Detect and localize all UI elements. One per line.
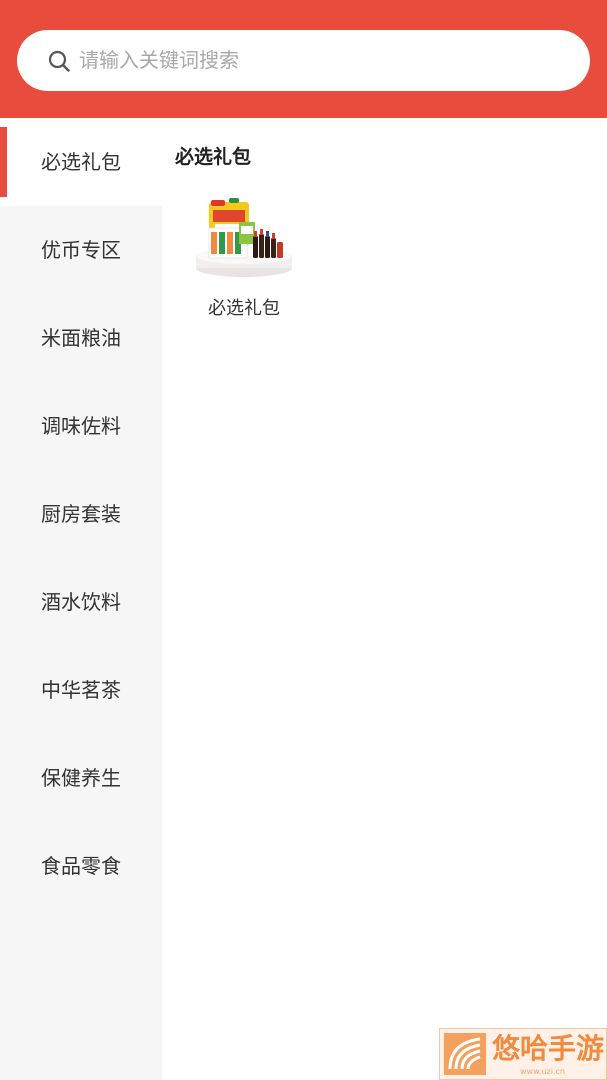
sidebar-item-snacks[interactable]: 食品零食 [0,822,162,910]
search-placeholder: 请输入关键词搜索 [79,48,239,72]
watermark-text: 悠哈手游 [492,1032,605,1065]
sidebar-item-drinks[interactable]: 酒水饮料 [0,558,162,646]
watermark: 悠哈手游 www.uzi.cn [439,1028,607,1080]
sidebar-item-seasoning[interactable]: 调味佐料 [0,382,162,470]
sidebar-item-label: 中华茗茶 [41,678,121,702]
sidebar-item-coin-zone[interactable]: 优币专区 [0,206,162,294]
search-icon [48,50,70,72]
search-input[interactable]: 请输入关键词搜索 [17,30,590,91]
sidebar-item-label: 调味佐料 [41,414,121,438]
sidebar-item-label: 保健养生 [41,766,121,790]
sidebar-item-label: 食品零食 [41,854,121,878]
sidebar-item-kitchen-set[interactable]: 厨房套装 [0,470,162,558]
category-sidebar: 必选礼包 优币专区 米面粮油 调味佐料 厨房套装 酒水饮料 中华茗茶 保健养生 … [0,118,162,1080]
sidebar-item-label: 米面粮油 [41,326,121,350]
sidebar-item-grain-oil[interactable]: 米面粮油 [0,294,162,382]
section-title: 必选礼包 [175,146,252,168]
product-item-gift-pack[interactable]: 必选礼包 [189,190,299,326]
sidebar-item-tea[interactable]: 中华茗茶 [0,646,162,734]
sidebar-item-label: 酒水饮料 [41,590,121,614]
sidebar-item-label: 优币专区 [41,238,121,262]
sidebar-item-label: 厨房套装 [41,502,121,526]
watermark-logo-icon [444,1033,486,1075]
sidebar-item-label: 必选礼包 [41,150,121,174]
sidebar-item-health[interactable]: 保健养生 [0,734,162,822]
product-label: 必选礼包 [208,298,280,319]
header-bar: 请输入关键词搜索 [0,0,607,118]
watermark-url: www.uzi.cn [520,1067,565,1076]
gift-pack-image [196,198,292,277]
active-indicator [0,127,7,197]
sidebar-item-gift-pack[interactable]: 必选礼包 [0,118,162,206]
